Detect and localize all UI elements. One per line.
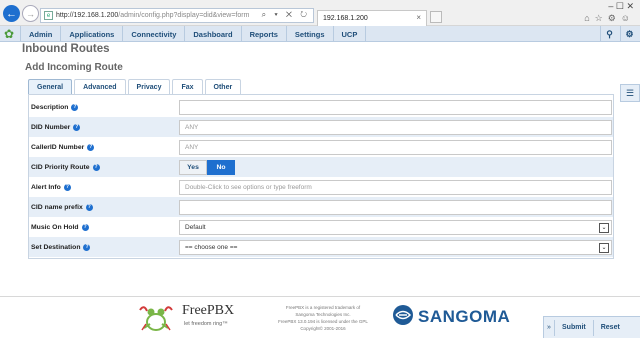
help-icon[interactable]: ? [63, 183, 71, 191]
callerid-number-input[interactable]: ANY [179, 140, 612, 155]
menu-ucp[interactable]: UCP [334, 26, 367, 42]
tab-other[interactable]: Other [204, 79, 242, 94]
url-host: http://192.168.1.200 [56, 12, 119, 19]
callerid-number-row: CallerID Number? ANY [29, 137, 613, 157]
description-row: Description? [29, 97, 613, 117]
browser-tab[interactable]: 192.168.1.200 × [317, 10, 427, 26]
cid-name-prefix-row: CID name prefix? [29, 197, 613, 217]
search-icon[interactable]: ⚲ [600, 26, 618, 42]
freepbx-brand: FreePBX let freedom ring™ [136, 301, 248, 333]
help-icon[interactable]: ? [81, 223, 89, 231]
form-tabs: General Advanced Privacy Fax Other [28, 79, 243, 94]
tab-title: 192.168.1.200 [323, 15, 368, 22]
help-icon[interactable]: ? [83, 243, 91, 251]
set-destination-value: == choose one == [185, 244, 238, 251]
did-number-row: DID Number? ANY [29, 117, 613, 137]
window-controls[interactable]: – ☐ ✕ [608, 1, 634, 12]
close-tab-icon[interactable]: × [416, 13, 421, 22]
help-icon[interactable]: ? [85, 203, 93, 211]
sangoma-logo: SANGOMA [392, 303, 534, 329]
menu-dashboard[interactable]: Dashboard [185, 26, 242, 42]
tab-advanced[interactable]: Advanced [74, 79, 126, 94]
music-on-hold-select[interactable]: Default ⌄ [179, 220, 612, 235]
alert-info-input[interactable]: Double-Click to see options or type free… [179, 180, 612, 195]
tab-privacy[interactable]: Privacy [127, 79, 171, 94]
section-title: Add Incoming Route [25, 62, 123, 73]
sangoma-wordmark: SANGOMA [418, 307, 511, 326]
alert-info-label-text: Alert Info [31, 183, 61, 191]
action-bar: » Submit Reset [543, 316, 640, 338]
did-number-input[interactable]: ANY [179, 120, 612, 135]
cid-priority-row: CID Priority Route? Yes No [29, 157, 613, 177]
callerid-number-label: CallerID Number? [31, 137, 95, 157]
menu-admin[interactable]: Admin [20, 26, 62, 42]
collapse-arrow-icon[interactable]: » [544, 324, 554, 331]
freepbx-logo-icon[interactable]: ✿ [4, 27, 18, 41]
reset-button[interactable]: Reset [592, 319, 627, 336]
url-path: /admin/config.php?display=did&view=form [118, 12, 250, 19]
cid-priority-label: CID Priority Route? [31, 157, 100, 177]
set-destination-select[interactable]: == choose one == ⌄ [179, 240, 612, 255]
cid-name-prefix-label: CID name prefix? [31, 197, 93, 217]
cid-priority-label-text: CID Priority Route [31, 163, 90, 171]
cid-priority-toggle: Yes No [179, 160, 235, 175]
legal-text: FreePBX is a registered trademark of San… [262, 304, 384, 332]
help-icon[interactable]: ? [71, 103, 79, 111]
alert-info-row: Alert Info? Double-Click to see options … [29, 177, 613, 197]
set-destination-label-text: Set Destination [31, 243, 81, 251]
legal-line: FreePBX 13.0.194 is licensed under the G… [278, 319, 368, 324]
menu-connectivity[interactable]: Connectivity [123, 26, 186, 42]
chevron-down-icon[interactable]: ⌄ [599, 243, 609, 253]
page-title: Inbound Routes [22, 43, 110, 55]
legal-line: Sangoma Technologies Inc. [295, 312, 351, 317]
chevron-down-icon[interactable]: ⌄ [599, 223, 609, 233]
description-input[interactable] [179, 100, 612, 115]
music-on-hold-value: Default [185, 224, 206, 231]
sangoma-globe-icon [393, 305, 413, 325]
legal-line: FreePBX is a registered trademark of [285, 305, 361, 310]
back-icon[interactable]: ← [3, 5, 20, 22]
list-toggle-icon[interactable]: ☰ [620, 84, 640, 102]
set-destination-row: Set Destination? == choose one == ⌄ [29, 237, 613, 257]
did-number-label-text: DID Number [31, 123, 71, 131]
music-on-hold-row: Music On Hold? Default ⌄ [29, 217, 613, 237]
help-icon[interactable]: ? [92, 163, 100, 171]
legal-line: Copyright© 2001-2016 [300, 326, 346, 331]
description-label: Description? [31, 97, 79, 117]
gear-icon[interactable]: ⚙ [620, 26, 638, 42]
app-nav: ✿ Admin Applications Connectivity Dashbo… [0, 26, 640, 42]
tab-general[interactable]: General [28, 79, 73, 94]
music-on-hold-label-text: Music On Hold [31, 223, 79, 231]
freepbx-tagline: let freedom ring™ [184, 321, 228, 327]
cid-name-prefix-input[interactable] [179, 200, 612, 215]
tab-fax[interactable]: Fax [172, 79, 203, 94]
help-icon[interactable]: ? [87, 143, 95, 151]
description-label-text: Description [31, 103, 69, 111]
new-tab-button[interactable] [430, 11, 442, 23]
music-on-hold-label: Music On Hold? [31, 217, 89, 237]
forward-icon[interactable]: → [22, 5, 39, 22]
route-form: Description? DID Number? ANY CallerID Nu… [28, 94, 614, 259]
callerid-number-label-text: CallerID Number [31, 143, 85, 151]
page-icon: e [44, 11, 53, 20]
address-actions-icon[interactable]: ⌕ ▾ ✕ ↻ [262, 10, 310, 20]
cid-priority-no-button[interactable]: No [207, 160, 235, 175]
did-number-label: DID Number? [31, 117, 81, 137]
menu-reports[interactable]: Reports [242, 26, 287, 42]
main-menu: Admin Applications Connectivity Dashboar… [20, 26, 367, 42]
menu-settings[interactable]: Settings [287, 26, 334, 42]
cid-name-prefix-label-text: CID name prefix [31, 203, 83, 211]
menu-applications[interactable]: Applications [61, 26, 124, 42]
help-icon[interactable]: ? [73, 123, 81, 131]
freepbx-frog-icon [139, 306, 173, 331]
set-destination-label: Set Destination? [31, 237, 91, 257]
freepbx-name: FreePBX [182, 303, 235, 318]
alert-info-label: Alert Info? [31, 177, 71, 197]
address-bar[interactable]: e http://192.168.1.200/admin/config.php?… [40, 8, 314, 23]
browser-chrome: ← → e http://192.168.1.200/admin/config.… [0, 0, 640, 26]
browser-toolbar-icons[interactable]: ⌂☆⚙☺ [584, 13, 635, 24]
submit-button[interactable]: Submit [554, 319, 593, 336]
cid-priority-yes-button[interactable]: Yes [179, 160, 207, 175]
